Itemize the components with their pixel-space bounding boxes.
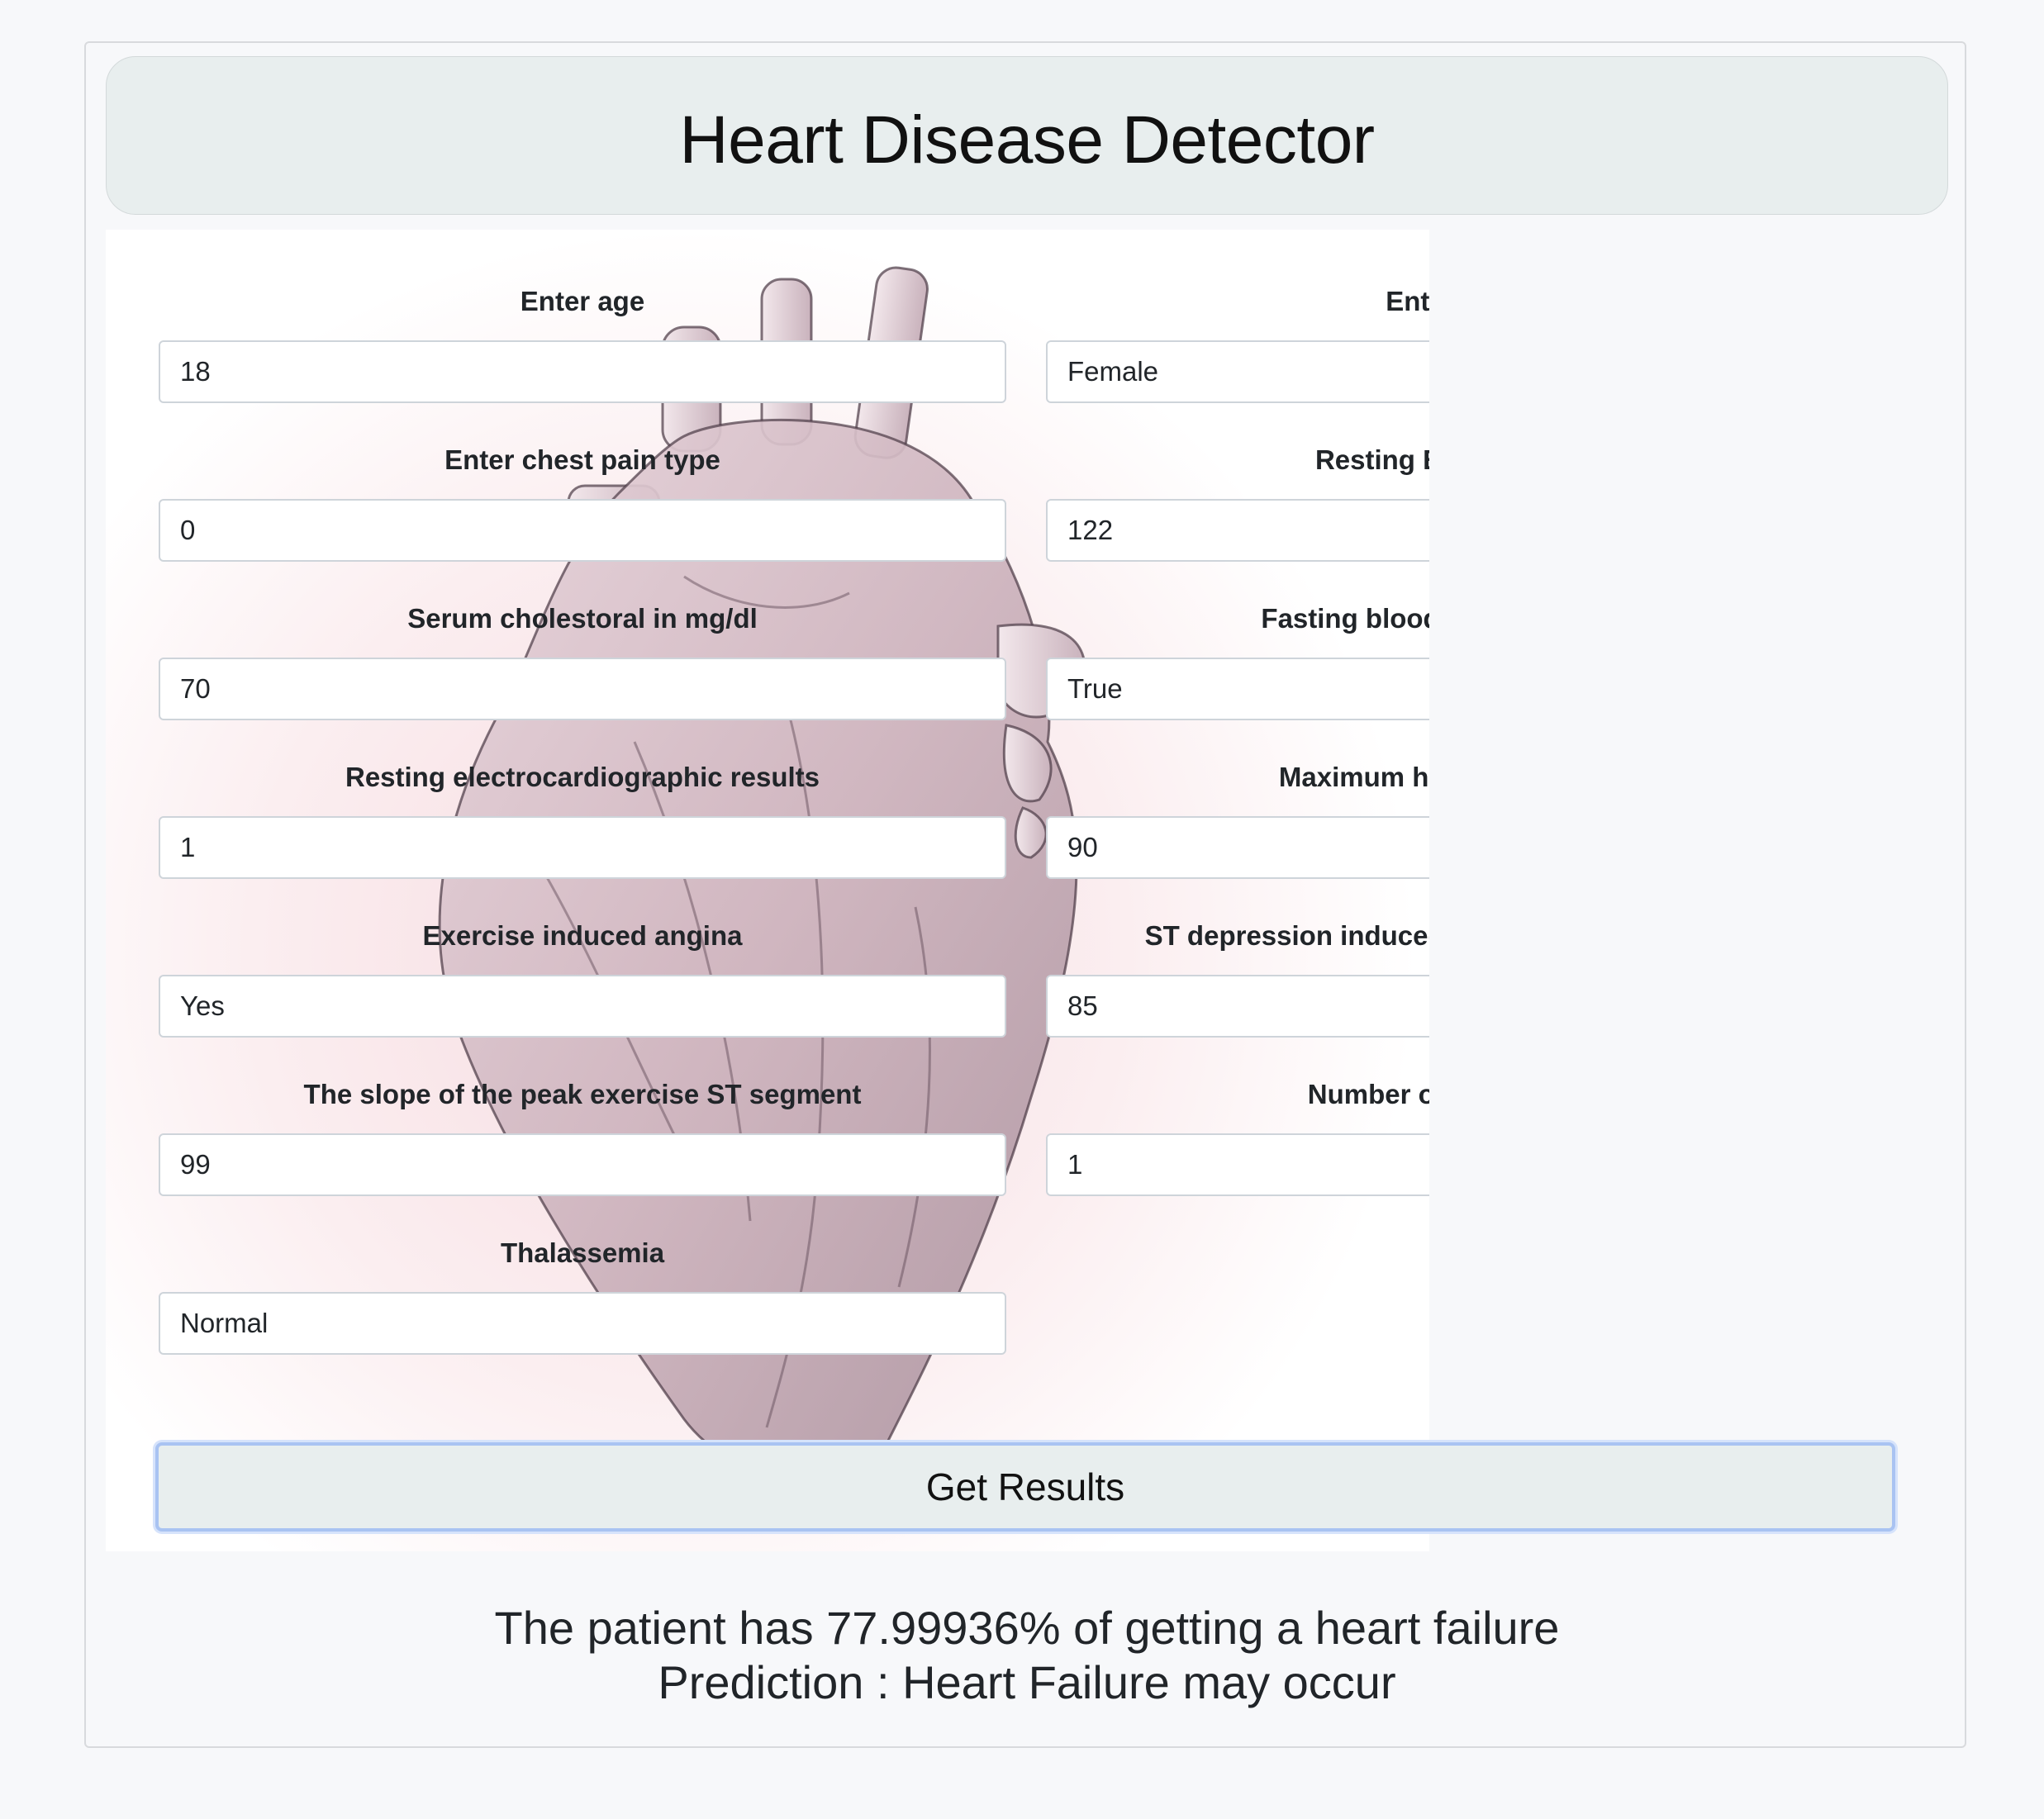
max-heart-rate-label: Maximum heart rate achieved xyxy=(1278,762,1429,792)
thalassemia-input[interactable] xyxy=(159,1292,1006,1355)
age-input[interactable] xyxy=(159,340,1006,403)
age-label: Enter age xyxy=(520,286,645,316)
st-depression-label: ST depression induced by exercise relati… xyxy=(1144,920,1429,951)
gender-label: Enter gender xyxy=(1386,286,1429,316)
st-depression-input[interactable] xyxy=(1046,975,1429,1038)
probability-text: The patient has 77.99936% of getting a h… xyxy=(494,1602,1560,1654)
resting-bp-label: Resting Blood Pressure xyxy=(1314,444,1429,475)
cholesterol-input[interactable] xyxy=(159,658,1006,720)
resting-ecg-label: Resting electrocardiographic results xyxy=(345,762,820,792)
exercise-angina-label: Exercise induced angina xyxy=(422,920,743,951)
exercise-angina-input[interactable] xyxy=(159,975,1006,1038)
prediction-text: Prediction : Heart Failure may occur xyxy=(658,1656,1396,1708)
resting-bp-input[interactable] xyxy=(1046,499,1429,562)
get-results-button[interactable]: Get Results xyxy=(155,1442,1895,1532)
header-banner: Heart Disease Detector xyxy=(106,56,1948,215)
st-slope-label: The slope of the peak exercise ST segmen… xyxy=(303,1079,862,1109)
major-vessels-label: Number of major vessels xyxy=(1307,1079,1429,1109)
max-heart-rate-input[interactable] xyxy=(1046,816,1429,879)
detector-card: Heart Disease Detector Enter age 18 Ent … xyxy=(84,41,1966,1748)
chest-pain-input[interactable] xyxy=(159,499,1006,562)
fasting-blood-sugar-input[interactable] xyxy=(1046,658,1429,720)
chest-pain-label: Enter chest pain type xyxy=(444,444,720,475)
page-title: Heart Disease Detector xyxy=(679,102,1375,178)
gender-input[interactable] xyxy=(1046,340,1429,403)
cholesterol-label: Serum cholestoral in mg/dl xyxy=(407,603,758,634)
resting-ecg-input[interactable] xyxy=(159,816,1006,879)
fasting-blood-sugar-label: Fasting blood sugar > 120 mg/dl xyxy=(1261,603,1429,634)
thalassemia-label: Thalassemia xyxy=(500,1237,665,1268)
st-slope-input[interactable] xyxy=(159,1133,1006,1196)
form-panel: Enter age Enter gender Enter chest pain … xyxy=(106,230,1429,1551)
major-vessels-input[interactable] xyxy=(1046,1133,1429,1196)
